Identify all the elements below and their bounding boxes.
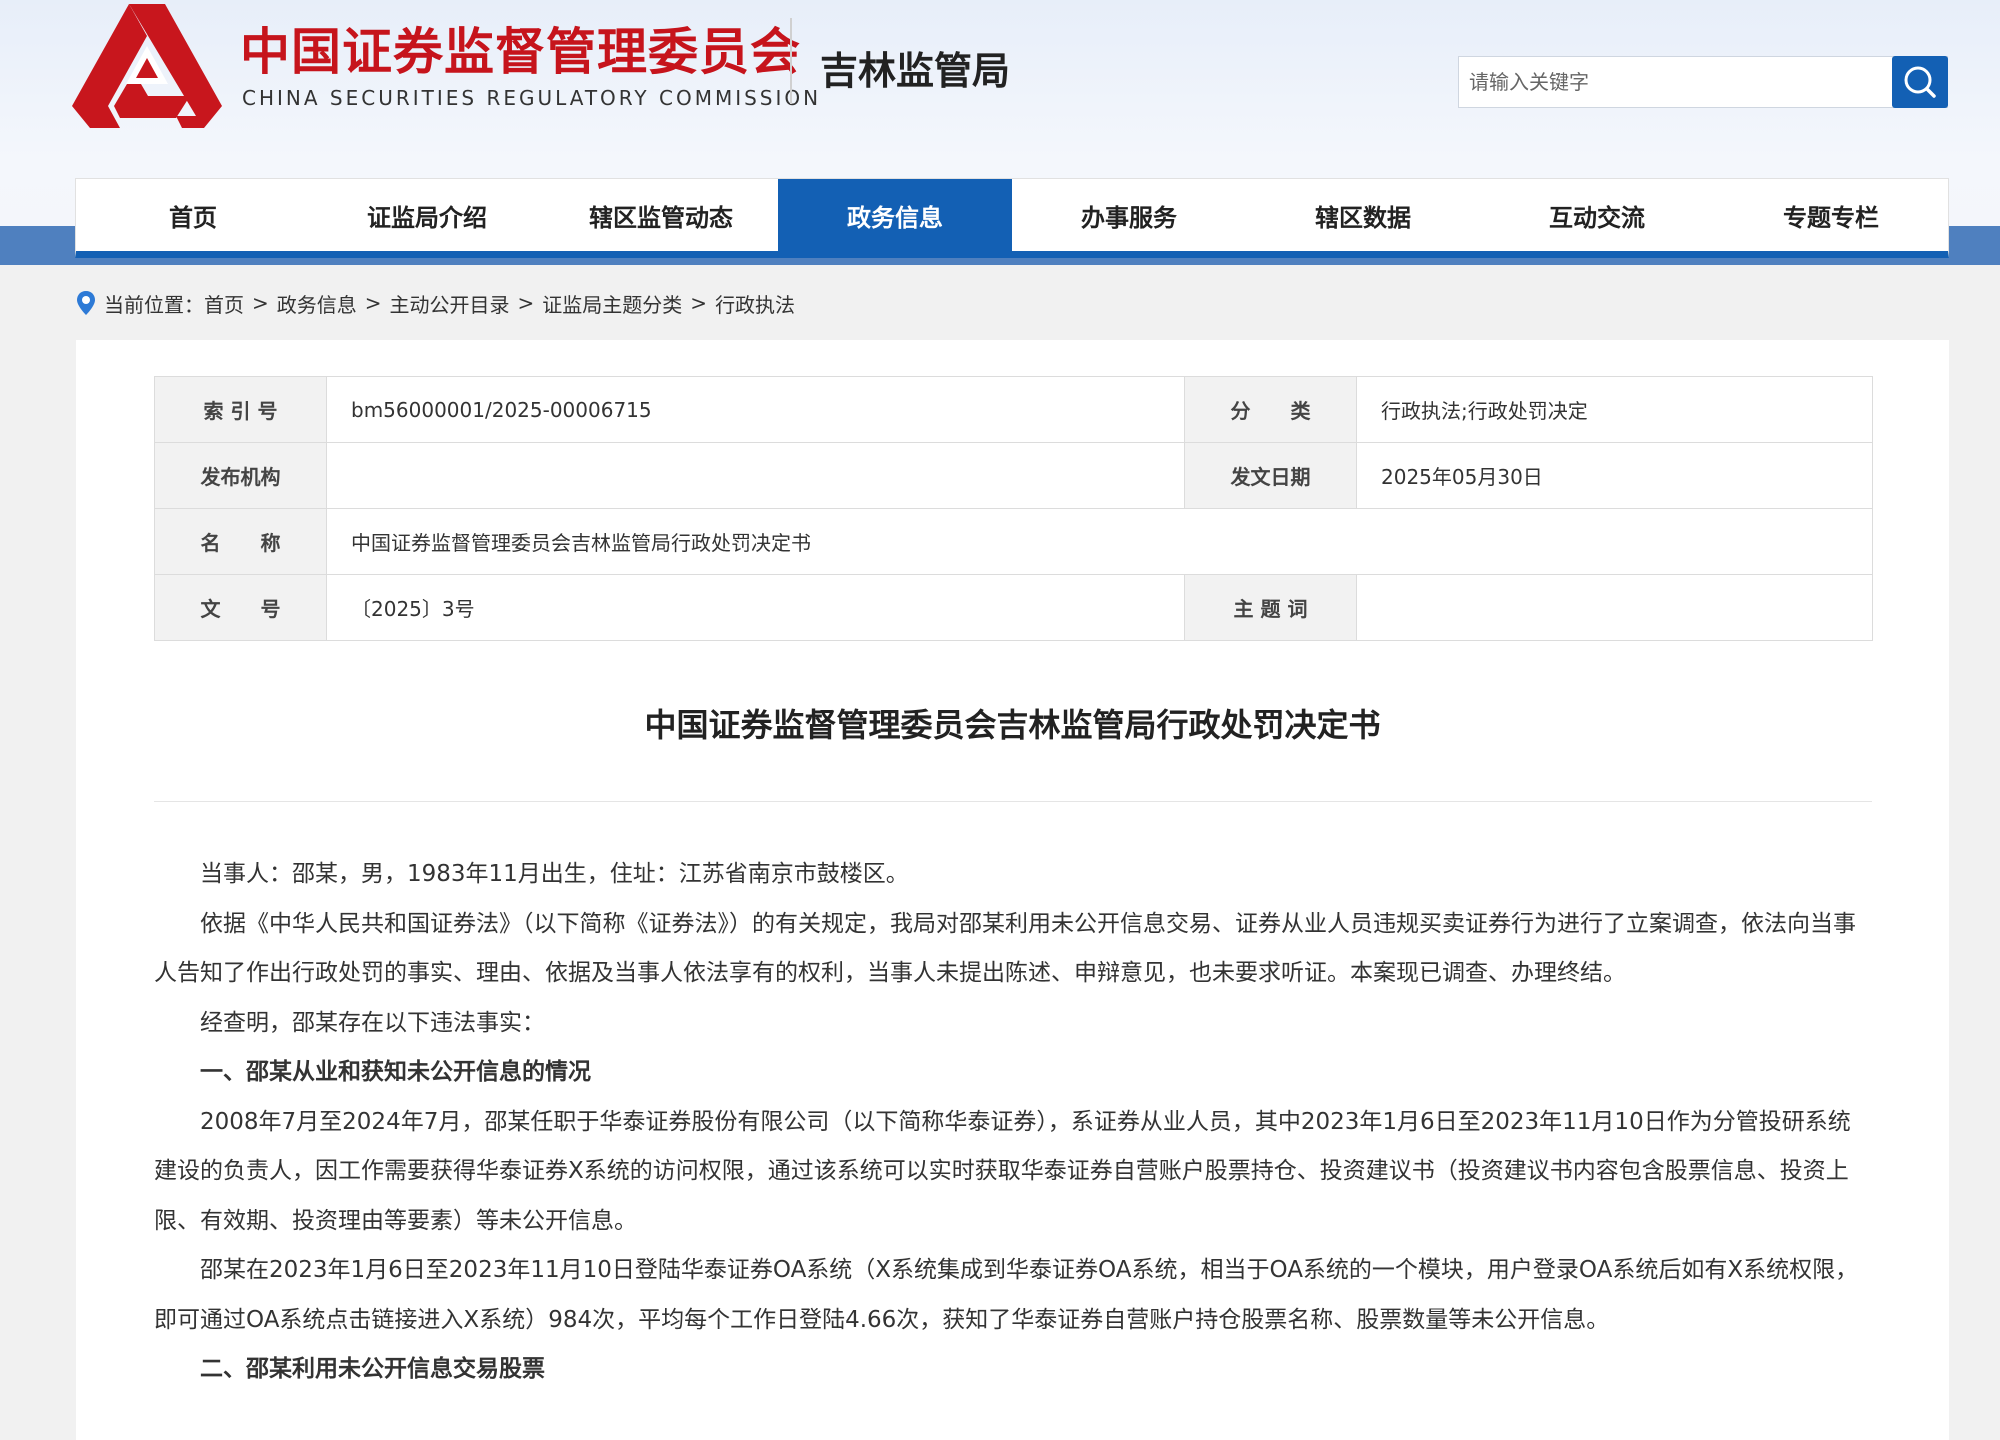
nav-item-regulation-news[interactable]: 辖区监管动态 xyxy=(544,179,778,251)
breadcrumb-link-government-info[interactable]: 政务信息 xyxy=(277,289,357,318)
section-heading: 二、邵某利用未公开信息交易股票 xyxy=(200,1356,545,1382)
breadcrumb-link-public-catalog[interactable]: 主动公开目录 xyxy=(390,289,510,318)
document-meta-table: 索 引 号 bm56000001/2025-00006715 分 类 行政执法;… xyxy=(154,376,1873,641)
paragraph-system-login: 邵某在2023年1月6日至2023年11月10日登陆华泰证券OA系统（X系统集成… xyxy=(154,1257,1859,1333)
table-row: 名 称 中国证券监督管理委员会吉林监管局行政处罚决定书 xyxy=(154,508,1873,575)
paragraph-employment: 2008年7月至2024年7月，邵某任职于华泰证券股份有限公司（以下简称华泰证券… xyxy=(154,1108,1851,1234)
breadcrumb-link-topic-category[interactable]: 证监局主题分类 xyxy=(542,289,682,318)
breadcrumb-separator: > xyxy=(252,291,269,315)
category-label: 分 类 xyxy=(1184,376,1357,443)
csrc-logo[interactable] xyxy=(72,0,222,130)
table-row: 发布机构 发文日期 2025年05月30日 xyxy=(154,442,1873,509)
index-label: 索 引 号 xyxy=(154,376,327,443)
date-label: 发文日期 xyxy=(1184,442,1357,509)
org-name-en: CHINA SECURITIES REGULATORY COMMISSION xyxy=(242,86,822,110)
table-row: 索 引 号 bm56000001/2025-00006715 分 类 行政执法;… xyxy=(154,376,1873,443)
document-title: 中国证券监督管理委员会吉林监管局行政处罚决定书 xyxy=(644,706,1381,744)
keywords-label: 主 题 词 xyxy=(1184,574,1357,641)
paragraph-basis: 依据《中华人民共和国证券法》（以下简称《证券法》）的有关规定，我局对邵某利用未公… xyxy=(154,910,1856,987)
publisher-label: 发布机构 xyxy=(154,442,327,509)
breadcrumb-link-enforcement[interactable]: 行政执法 xyxy=(715,289,795,318)
nav-item-special-topics[interactable]: 专题专栏 xyxy=(1714,179,1948,251)
header-divider xyxy=(790,18,792,104)
location-pin-icon xyxy=(77,291,95,315)
breadcrumb-separator: > xyxy=(690,291,708,315)
title-divider xyxy=(154,801,1872,802)
category-value: 行政执法;行政处罚决定 xyxy=(1356,376,1873,443)
docno-label: 文 号 xyxy=(154,574,327,641)
nav-item-regional-data[interactable]: 辖区数据 xyxy=(1246,179,1480,251)
table-row: 文 号 〔2025〕3号 主 题 词 xyxy=(154,574,1873,641)
breadcrumb-separator: > xyxy=(517,291,535,315)
publisher-value xyxy=(326,442,1185,509)
nav-item-bureau-intro[interactable]: 证监局介绍 xyxy=(310,179,544,251)
main-nav: 首页 证监局介绍 辖区监管动态 政务信息 办事服务 辖区数据 互动交流 专题专栏 xyxy=(75,178,1949,258)
nav-item-home[interactable]: 首页 xyxy=(76,179,310,251)
name-value: 中国证券监督管理委员会吉林监管局行政处罚决定书 xyxy=(326,508,1873,575)
breadcrumb: 当前位置： 首页 > 政务信息 > 主动公开目录 > 证监局主题分类 > 行政执… xyxy=(76,288,795,318)
index-value: bm56000001/2025-00006715 xyxy=(326,376,1185,443)
nav-item-government-info[interactable]: 政务信息 xyxy=(778,179,1012,251)
nav-item-services[interactable]: 办事服务 xyxy=(1012,179,1246,251)
document-body: 当事人：邵某，男，1983年11月出生，住址：江苏省南京市鼓楼区。 依据《中华人… xyxy=(154,850,1872,1395)
nav-item-interaction[interactable]: 互动交流 xyxy=(1480,179,1714,251)
search-icon xyxy=(1904,66,1936,98)
section-heading: 一、邵某从业和获知未公开信息的情况 xyxy=(200,1059,591,1085)
breadcrumb-link-home[interactable]: 首页 xyxy=(204,289,244,318)
content-panel: 索 引 号 bm56000001/2025-00006715 分 类 行政执法;… xyxy=(76,340,1949,1440)
name-label: 名 称 xyxy=(154,508,327,575)
keywords-value xyxy=(1356,574,1873,641)
search-button[interactable] xyxy=(1892,56,1948,108)
search-input[interactable] xyxy=(1459,57,1894,107)
breadcrumb-label: 当前位置： xyxy=(104,292,204,317)
paragraph-party: 当事人：邵某，男，1983年11月出生，住址：江苏省南京市鼓楼区。 xyxy=(200,861,909,887)
date-value: 2025年05月30日 xyxy=(1356,442,1873,509)
search-box xyxy=(1458,56,1948,108)
paragraph-findings-intro: 经查明，邵某存在以下违法事实： xyxy=(200,1009,545,1036)
org-name-cn: 中国证券监督管理委员会 xyxy=(240,23,801,81)
docno-value: 〔2025〕3号 xyxy=(326,574,1185,641)
breadcrumb-separator: > xyxy=(364,291,382,315)
bureau-name: 吉林监管局 xyxy=(820,49,1011,93)
